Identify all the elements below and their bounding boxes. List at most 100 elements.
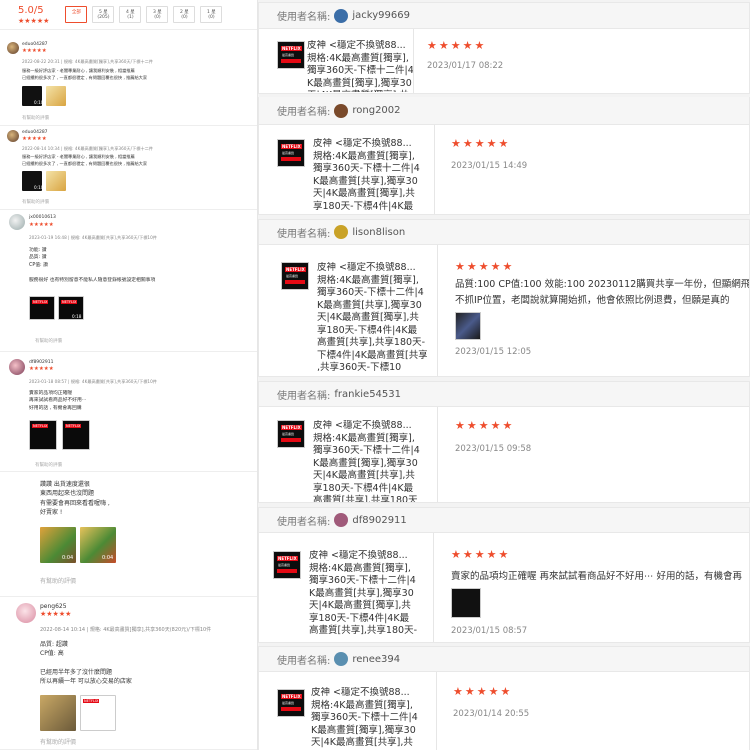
review-text: 品質: 超讚 CP值: 高 已經用半年多了沒什麼問題 所以再續一年 可以放心交易… <box>40 641 132 686</box>
review-product-thumb[interactable] <box>29 420 57 450</box>
avatar <box>16 603 36 623</box>
filter-5-star[interactable]: 5 星 (205) <box>92 6 115 23</box>
review-stars: ★★★★★ <box>40 610 72 618</box>
review-stars: ★★★★★ <box>22 136 47 142</box>
video-duration: 0:10 <box>34 100 44 105</box>
avatar <box>334 513 349 527</box>
product-badge-bar <box>281 157 301 161</box>
avatar <box>9 214 25 230</box>
review-product-thumb[interactable] <box>62 420 90 450</box>
helpful-link[interactable]: 有幫助的評價 <box>35 462 62 468</box>
review-card: 使用者名稱: df8902911 NETFLIX 最高畫質 皮神 <穩定不換號8… <box>258 507 750 643</box>
review-stars: ★★★★★ <box>29 222 54 228</box>
netflix-logo: NETFLIX <box>281 144 302 149</box>
review-meta: 2023-01-18 08:57 | 規格: 4K最高畫質[共享],共享360天… <box>29 379 157 384</box>
avatar <box>334 225 349 239</box>
rating-score: 5.0/5 <box>18 4 44 16</box>
review-photo-thumb[interactable] <box>455 312 481 340</box>
helpful-link[interactable]: 有幫助的評價 <box>35 338 62 344</box>
product-thumbnail[interactable]: NETFLIX 最高畫質 <box>277 41 305 69</box>
rating-filters: 全部 5 星 (205) 4 星 (1) 3 星 (0) 2 星 (0) 1 星… <box>65 6 223 23</box>
helpful-link[interactable]: 有幫助的評價 <box>40 737 76 746</box>
product-thumbnail[interactable]: NETFLIX 最高畫質 <box>277 420 305 448</box>
product-spec: 皮神 <穩定不換號88... 規格:4K最高畫質[獨享], 獨享360天-下標十… <box>313 420 420 503</box>
username[interactable]: lison8lison <box>352 227 405 238</box>
avatar <box>334 103 349 118</box>
card-header: 使用者名稱: frankie54531 <box>259 382 749 407</box>
review-photo-thumb[interactable] <box>40 695 76 731</box>
review-date: 2023/01/15 08:57 <box>451 626 528 636</box>
user-label: 使用者名稱: <box>277 107 331 118</box>
filter-all[interactable]: 全部 <box>65 6 88 23</box>
list-item: peng625 ★★★★★ 2022-08-14 10:14 | 規格: 4K最… <box>0 596 257 750</box>
review-meta: 2022-08-14 10:14 | 規格: 4K最高畫質[獨享],共享360天… <box>40 627 212 633</box>
review-stars: ★★★★★ <box>451 137 511 150</box>
user-label: 使用者名稱: <box>277 228 331 240</box>
video-duration: 0:18 <box>72 314 82 319</box>
list-item: df8902911 ★★★★★ 2023-01-18 08:57 | 規格: 4… <box>0 352 257 472</box>
helpful-link[interactable]: 有幫助的評價 <box>22 115 49 121</box>
divider <box>437 407 438 502</box>
review-stars: ★★★★★ <box>453 685 513 698</box>
card-header: 使用者名稱: renee394 <box>259 647 749 672</box>
list-item: eduo04287 ★★★★★ 2022-08-14 10:34 | 規格: 4… <box>0 126 257 210</box>
filter-1-star[interactable]: 1 星 (0) <box>200 6 223 23</box>
review-date: 2023/01/17 08:22 <box>427 61 504 71</box>
list-item: 讚讚 出貨速度還很 東西用起來也沒問題 有需要會再回來看看喔嗨 , 好賣家 ! … <box>0 472 257 592</box>
product-badge-sub: 最高畫質 <box>282 701 295 705</box>
user-label: 使用者名稱: <box>277 516 331 528</box>
user-label: 使用者名稱: <box>277 655 331 667</box>
username[interactable]: renee394 <box>352 654 400 665</box>
right-review-panel: 使用者名稱: jacky99669 NETFLIX 最高畫質 皮神 <穩定不換號… <box>258 0 750 750</box>
product-badge-bar <box>281 707 301 711</box>
helpful-link[interactable]: 有幫助的評價 <box>40 576 76 585</box>
product-badge-sub: 最高畫質 <box>286 274 299 278</box>
username[interactable]: frankie54531 <box>334 389 401 400</box>
filter-2-star[interactable]: 2 星 (0) <box>173 6 196 23</box>
product-badge-bar <box>285 280 305 284</box>
review-stars: ★★★★★ <box>29 366 54 372</box>
review-card: 使用者名稱: renee394 NETFLIX 最高畫質 皮神 <穩定不換號88… <box>258 646 750 750</box>
netflix-logo: NETFLIX <box>277 556 298 561</box>
review-photo-thumb[interactable] <box>46 171 66 191</box>
product-badge-bar <box>281 59 301 63</box>
review-date: 2023/01/15 09:58 <box>455 444 532 454</box>
helpful-link[interactable]: 有幫助的評價 <box>22 199 49 205</box>
avatar <box>7 130 19 142</box>
review-photo-thumb[interactable] <box>46 86 66 106</box>
product-spec: 皮神 <穩定不換號88... 規格:4K最高畫質[獨享], 獨享360天-下標十… <box>307 40 414 92</box>
reviewer-name: df8902911 <box>29 360 54 365</box>
product-thumbnail[interactable]: NETFLIX 最高畫質 <box>277 139 305 167</box>
netflix-logo: NETFLIX <box>281 425 302 430</box>
review-product-thumb[interactable] <box>29 296 55 320</box>
review-product-thumb[interactable] <box>80 695 116 731</box>
divider <box>437 245 438 376</box>
product-thumbnail[interactable]: NETFLIX 最高畫質 <box>281 262 309 290</box>
netflix-logo: NETFLIX <box>281 46 302 51</box>
rating-summary: 5.0/5 ★★★★★ 全部 5 星 (205) 4 星 (1) 3 星 (0)… <box>0 0 257 30</box>
review-stars: ★★★★★ <box>455 419 515 432</box>
filter-4-star[interactable]: 4 星 (1) <box>119 6 142 23</box>
product-thumbnail[interactable]: NETFLIX 最高畫質 <box>273 551 301 579</box>
reviewer-name: eduo04287 <box>22 42 48 47</box>
username[interactable]: rong2002 <box>352 105 400 116</box>
username[interactable]: df8902911 <box>352 515 406 526</box>
review-text: 讚讚 出貨速度還很 東西用起來也沒問題 有需要會再回來看看喔嗨 , 好賣家 ! <box>40 481 110 516</box>
review-text: 品質:100 CP值:100 效能:100 20230112購買共享一年份，但顯… <box>455 279 750 307</box>
review-date: 2023/01/14 20:55 <box>453 709 530 719</box>
product-thumbnail[interactable]: NETFLIX 最高畫質 <box>277 689 305 717</box>
product-badge-sub: 最高畫質 <box>282 53 295 57</box>
product-badge-sub: 最高畫質 <box>278 563 291 567</box>
product-badge-bar <box>277 569 297 573</box>
list-item: jx00010613 ★★★★★ 2023-01-19 16:48 | 規格: … <box>0 210 257 352</box>
product-spec: 皮神 <穩定不換號88... 規格:4K最高畫質[獨享], 獨享360天-下標十… <box>309 550 417 637</box>
review-date: 2023/01/15 14:49 <box>451 161 528 171</box>
product-badge-sub: 最高畫質 <box>282 432 295 436</box>
review-text: 功能: 讚 品質: 讚 CP值: 讚 服務很好 也有特別留意不能私人隨意登錄帳號… <box>29 248 156 283</box>
avatar <box>7 42 19 54</box>
filter-3-star[interactable]: 3 星 (0) <box>146 6 169 23</box>
review-stars: ★★★★★ <box>427 39 487 52</box>
review-photo-thumb[interactable] <box>451 588 481 618</box>
review-meta: 2023-01-19 16:48 | 規格: 4K最高畫質[共享],共享360天… <box>29 235 157 240</box>
username[interactable]: jacky99669 <box>352 10 410 21</box>
